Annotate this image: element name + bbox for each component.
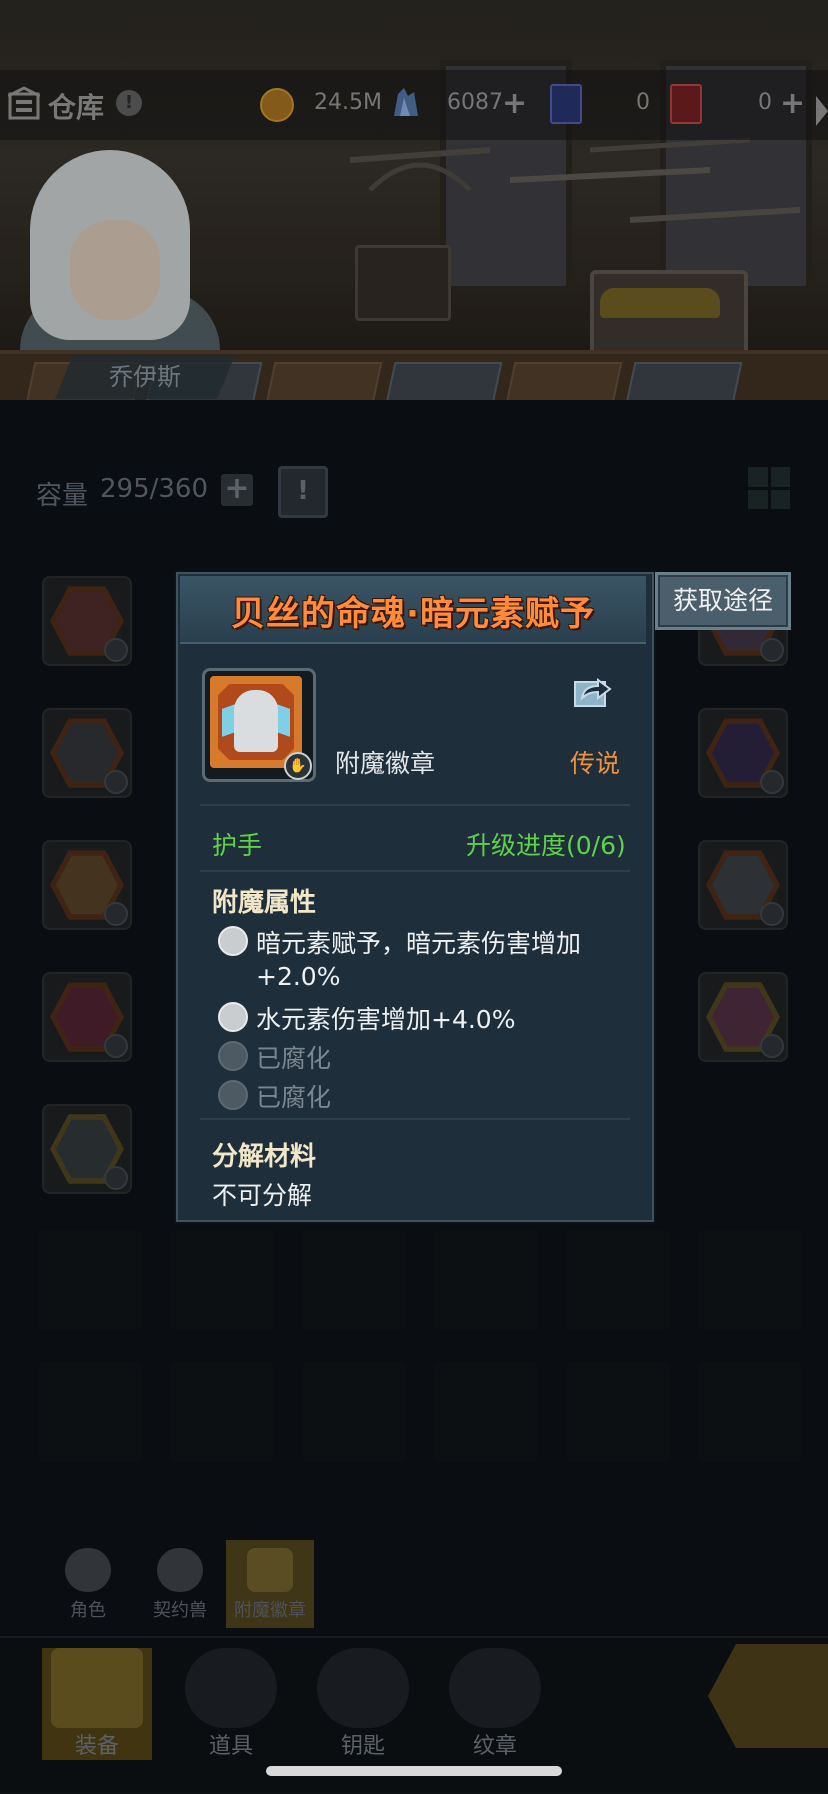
decompose-value: 不可分解 (212, 1181, 313, 1210)
item-type: 附魔徽章 (335, 749, 436, 778)
attribute-text: 水元素伤害增加+4.0% (256, 1005, 516, 1034)
upgrade-progress: 升级进度(0/6) (466, 831, 626, 860)
rarity-label: 传说 (570, 749, 621, 778)
attribute-gem-icon (218, 926, 248, 956)
equip-slot-label: 护手 (212, 831, 263, 860)
attribute-text-corrupted: 已腐化 (256, 1083, 332, 1112)
decompose-section-title: 分解材料 (212, 1142, 317, 1172)
item-name: 贝丝的命魂·暗元素赋予 (231, 594, 595, 634)
hooded-figure (234, 690, 278, 752)
attribute-text-corrupted: 已腐化 (256, 1044, 332, 1073)
corrupted-gem-icon (218, 1041, 248, 1071)
divider (200, 1118, 630, 1120)
divider (200, 804, 630, 806)
get-source-button[interactable]: 获取途径 (655, 572, 791, 630)
share-icon[interactable] (574, 674, 612, 708)
enchant-section-title: 附魔属性 (212, 888, 317, 918)
divider (200, 870, 630, 872)
attribute-text: +2.0% (256, 962, 341, 991)
attribute-text: 暗元素赋予，暗元素伤害增加 (256, 929, 582, 958)
corrupted-gem-icon (218, 1080, 248, 1110)
gauntlet-slot-icon: ✋ (284, 752, 312, 780)
attribute-gem-icon (218, 1002, 248, 1032)
